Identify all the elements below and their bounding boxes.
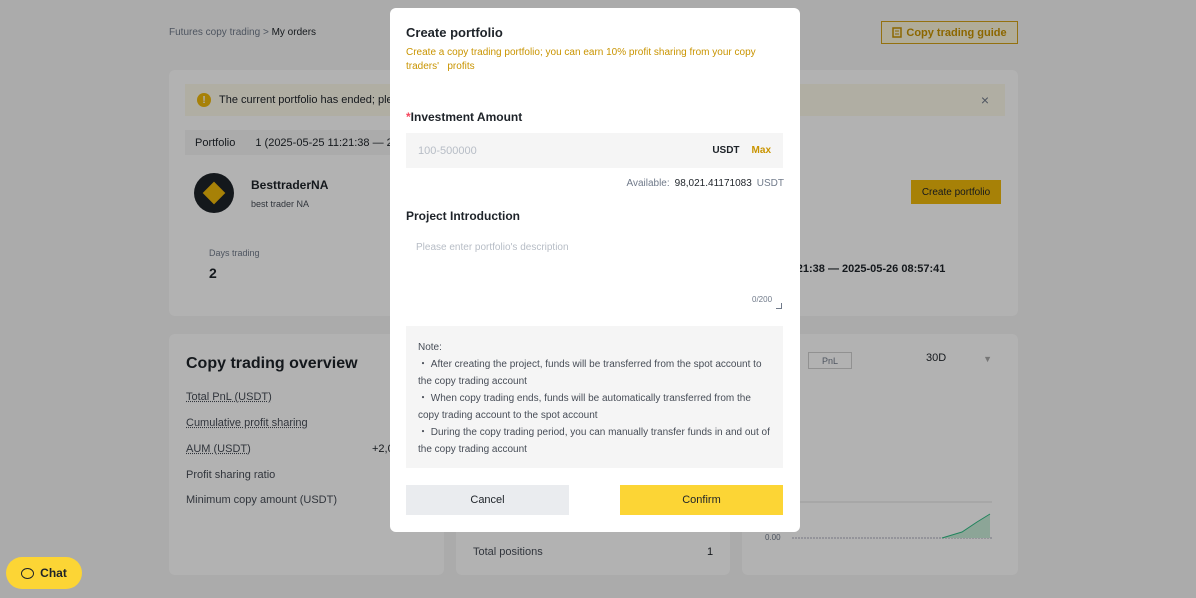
note-item: ・ After creating the project, funds will… [418,359,762,387]
investment-amount-input[interactable] [418,144,713,157]
project-introduction-label: Project Introduction [406,209,520,223]
chat-label: Chat [40,566,67,580]
available-value: 98,021.41171083 [674,178,752,189]
char-counter: 0/200 [752,295,773,304]
note-item: ・ During the copy trading period, you ca… [418,427,770,455]
note-item: ・ When copy trading ends, funds will be … [418,393,751,421]
cancel-button[interactable]: Cancel [406,485,569,515]
confirm-button[interactable]: Confirm [620,485,783,515]
available-label: Available: [626,178,670,189]
resize-handle-icon[interactable] [776,303,782,309]
chat-button[interactable]: Chat [6,557,82,589]
chat-bubble-icon [21,567,35,579]
amount-unit: USDT [712,145,740,156]
investment-amount-label: *Investment Amount [406,110,522,124]
modal-title: Create portfolio [406,25,503,40]
description-textarea[interactable] [406,234,783,312]
create-portfolio-modal: Create portfolio Create a copy trading p… [390,8,800,532]
available-unit: USDT [756,178,784,189]
investment-amount-field: USDT Max [406,133,783,168]
max-button[interactable]: Max [752,145,771,156]
note-box: Note: ・ After creating the project, fund… [406,326,783,468]
modal-subtitle: Create a copy trading portfolio; you can… [406,47,756,72]
note-title: Note: [418,342,442,353]
investment-amount-text: Investment Amount [410,110,523,124]
available-balance: Available: 98,021.41171083 USDT [626,178,784,189]
